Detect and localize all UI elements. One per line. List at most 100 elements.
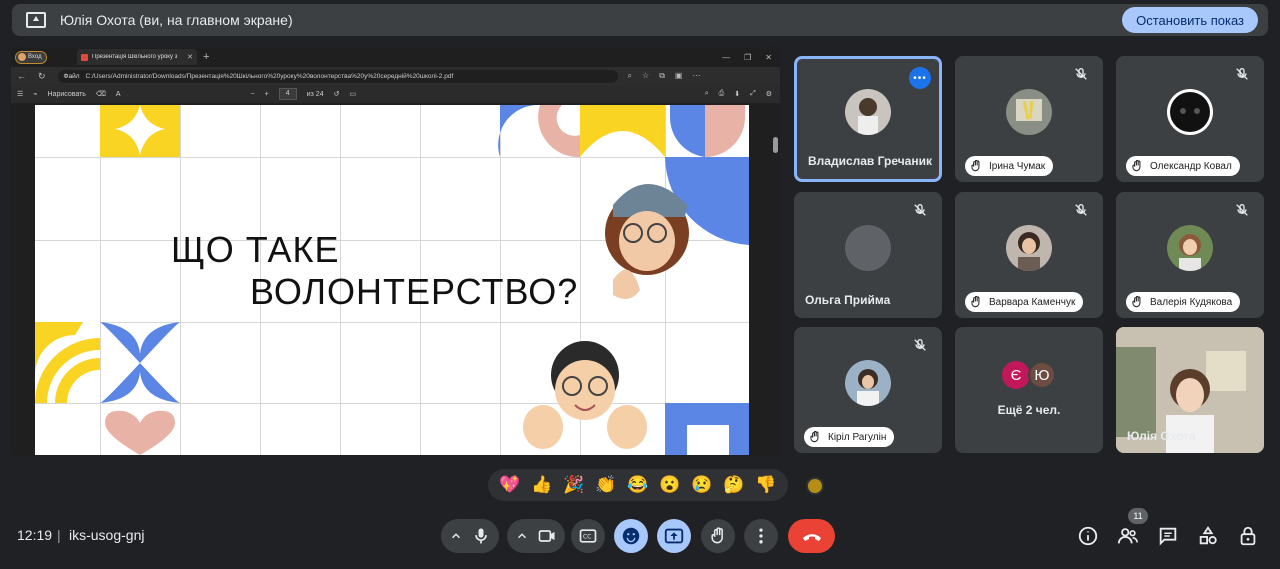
participant-tile[interactable]: Ірина Чумак [955,56,1103,182]
mic-off-icon [1236,67,1248,80]
camera-icon[interactable] [537,526,557,546]
raised-hand-icon [810,430,819,443]
reaction-heart-icon[interactable]: 💖 [499,475,520,495]
host-controls-icon[interactable] [1237,525,1259,547]
participant-tile[interactable]: ••• Владислав Гречаник [794,56,942,182]
collections-icon[interactable]: ▣ [675,71,683,81]
present-button[interactable] [657,519,691,553]
reactions-bar: 💖 👍 🎉 👏 😂 😮 😢 🤔 👎 [488,469,788,501]
pdf-toolbar: ☰ ⌁ Нарисовать ⌫ A − + 4 из 24 ↺ ▭ ⌕ ⎙ ⬇… [11,85,780,103]
mic-icon[interactable] [471,526,491,546]
more-participants-tile[interactable]: Є Ю Ещё 2 чел. [955,327,1103,453]
meet-window: Юлія Охота (ви, на главном экране) Остан… [0,0,1280,569]
meeting-code: iks-usog-gnj [69,527,145,543]
stop-presenting-button[interactable]: Остановить показ [1122,7,1258,33]
participant-name-pill: Варвара Каменчук [965,292,1084,312]
contents-icon[interactable]: ☰ [17,90,23,98]
activities-icon[interactable] [1197,525,1219,547]
extensions-icon[interactable]: ⧉ [659,71,665,81]
chevron-up-icon[interactable] [449,529,463,543]
profile-avatar-icon [18,53,26,61]
emoji-button[interactable] [614,519,648,553]
raised-hand-icon [971,159,980,172]
banner-text: Юлія Охота (ви, на главном экране) [60,12,293,28]
reaction-laugh-icon[interactable]: 😂 [627,475,648,495]
close-window-icon[interactable]: ✕ [765,53,772,62]
reaction-thinking-icon[interactable]: 🤔 [723,475,744,495]
reaction-thumbs-up-icon[interactable]: 👍 [531,475,552,495]
back-icon[interactable]: ← [17,71,26,81]
draw-button[interactable]: Нарисовать [48,91,86,98]
reaction-sad-icon[interactable]: 😢 [691,475,712,495]
window-controls: — ❐ ✕ [722,53,772,62]
raised-hand-icon [1132,295,1141,308]
more-options-icon[interactable]: ••• [909,67,931,89]
end-call-button[interactable] [788,519,835,553]
captions-button[interactable]: CC [571,519,605,553]
favorite-star-icon[interactable]: ☆ [642,71,649,81]
separator: | [57,527,61,543]
search-icon[interactable]: ⌕ [705,90,709,98]
camera-control[interactable] [507,519,565,553]
highlight-icon[interactable]: ⌁ [33,90,37,98]
chat-icon[interactable] [1157,525,1179,547]
tab-title: Презентація Шкільного уроку з [92,54,178,60]
more-options-button[interactable] [744,519,778,553]
participant-name: Ольга Прийма [805,293,891,307]
profile-label: Вход [28,54,42,60]
emoji-icon [622,527,640,545]
chevron-up-icon[interactable] [515,529,529,543]
participant-tile[interactable]: Ольга Прийма [794,192,942,318]
avatar-initial: Є [1002,361,1030,389]
participant-tile[interactable]: Кіріл Рагулін [794,327,942,453]
browser-tab[interactable]: Презентація Шкільного уроку з ✕ [77,49,197,65]
participant-tile[interactable]: Варвара Каменчук [955,192,1103,318]
close-tab-icon[interactable]: ✕ [187,53,193,61]
people-count-badge: 11 [1128,508,1148,524]
maximize-icon[interactable]: ❐ [744,53,751,62]
avatar [1006,89,1052,135]
reaction-surprised-icon[interactable]: 😮 [659,475,680,495]
new-tab-icon[interactable]: + [203,51,209,63]
avatar [845,225,891,271]
pdf-scrollbar[interactable] [773,137,778,153]
raise-hand-icon [711,527,723,544]
eraser-icon[interactable]: ⌫ [96,90,106,98]
participant-name: Олександр Ковал [1150,160,1232,172]
mic-control[interactable] [441,519,499,553]
slide-title-line2: ВОЛОНТЕРСТВО? [250,271,579,312]
zoom-out-icon[interactable]: − [251,91,255,98]
url-prefix: Файл [63,72,80,80]
fullscreen-icon[interactable]: ⤢ [750,90,756,98]
minimize-icon[interactable]: — [722,53,730,62]
participant-tile[interactable]: Олександр Ковал [1116,56,1264,182]
info-icon[interactable] [1077,525,1099,547]
participant-name-pill: Ірина Чумак [965,156,1054,176]
people-icon[interactable] [1117,525,1139,547]
text-icon[interactable]: A [116,91,121,98]
address-icons: ⌕ ☆ ⧉ ▣ ⋯ [628,71,701,81]
zoom-icon[interactable]: ⌕ [628,71,632,81]
page-number-input[interactable]: 4 [278,88,297,100]
more-browser-icon[interactable]: ⋯ [692,71,700,81]
skin-tone-icon[interactable] [806,477,824,495]
browser-profile-button[interactable]: Вход [15,50,47,64]
reaction-thumbs-down-icon[interactable]: 👎 [755,475,776,495]
reaction-party-icon[interactable]: 🎉 [563,475,584,495]
raise-hand-button[interactable] [701,519,735,553]
participant-tile[interactable]: Валерія Кудякова [1116,192,1264,318]
mic-off-icon [1075,67,1087,80]
self-view-tile[interactable]: Юлія Охота [1116,327,1264,453]
page-view-icon[interactable]: ▭ [349,90,356,98]
present-icon [664,528,684,544]
rotate-icon[interactable]: ↺ [334,90,340,98]
avatar [845,89,891,135]
url-field[interactable]: Файл C:/Users/Administrator/Downloads/Пр… [57,69,618,83]
save-icon[interactable]: ⬇ [734,90,740,98]
settings-icon[interactable]: ⚙ [766,90,772,98]
print-icon[interactable]: ⎙ [719,90,725,98]
zoom-in-icon[interactable]: + [265,91,269,98]
reaction-clap-icon[interactable]: 👏 [595,475,616,495]
reload-icon[interactable]: ↻ [38,71,46,82]
mic-off-icon [1075,203,1087,216]
